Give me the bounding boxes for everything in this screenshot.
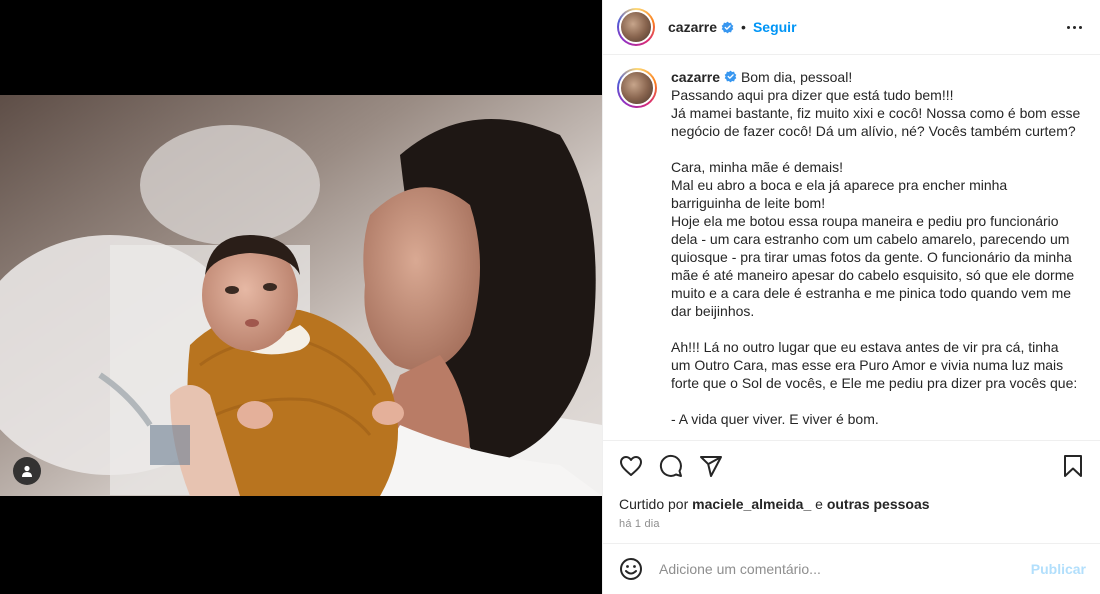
caption-username[interactable]: cazarre xyxy=(671,69,720,85)
caption-row: cazarre Bom dia, pessoal! Passando aqui … xyxy=(617,68,1084,428)
likes-summary: Curtido por maciele_almeida_ e outras pe… xyxy=(619,496,1084,512)
comment-bar: Publicar xyxy=(603,543,1100,594)
author-avatar[interactable] xyxy=(617,8,655,46)
author-username[interactable]: cazarre xyxy=(668,19,717,35)
action-icons xyxy=(619,453,1084,479)
heart-icon[interactable] xyxy=(619,454,643,478)
bookmark-icon[interactable] xyxy=(1062,454,1084,478)
post-actions: Curtido por maciele_almeida_ e outras pe… xyxy=(603,440,1100,530)
publish-button[interactable]: Publicar xyxy=(1031,561,1086,577)
verified-badge-icon xyxy=(721,21,734,33)
photo-illustration xyxy=(0,95,602,496)
follow-button[interactable]: Seguir xyxy=(753,19,797,35)
liked-by-others[interactable]: outras pessoas xyxy=(827,496,930,512)
post-timestamp[interactable]: há 1 dia xyxy=(619,518,1084,530)
caption-body: Bom dia, pessoal! Passando aqui pra dize… xyxy=(671,69,1081,427)
caption-avatar[interactable] xyxy=(617,68,657,108)
verified-badge-icon xyxy=(724,70,737,83)
post-sidebar: cazarre • Seguir cazarre Bom dia, pessoa… xyxy=(602,0,1100,594)
comment-input[interactable] xyxy=(659,561,1031,577)
caption-scroll-area[interactable]: cazarre Bom dia, pessoal! Passando aqui … xyxy=(603,56,1100,439)
likes-prefix: Curtido por xyxy=(619,496,689,512)
user-tag-icon[interactable] xyxy=(13,457,41,485)
post-photo[interactable] xyxy=(0,95,602,496)
likes-conjunction: e xyxy=(815,496,823,512)
separator-dot: • xyxy=(741,19,746,35)
emoji-icon[interactable] xyxy=(619,557,643,581)
post-header: cazarre • Seguir xyxy=(603,0,1100,55)
paper-plane-icon[interactable] xyxy=(699,454,723,478)
post-media xyxy=(0,0,602,594)
caption-text-block: cazarre Bom dia, pessoal! Passando aqui … xyxy=(671,68,1081,428)
liked-by-user[interactable]: maciele_almeida_ xyxy=(692,496,811,512)
more-options-icon[interactable] xyxy=(1063,20,1086,35)
comment-icon[interactable] xyxy=(659,454,683,478)
